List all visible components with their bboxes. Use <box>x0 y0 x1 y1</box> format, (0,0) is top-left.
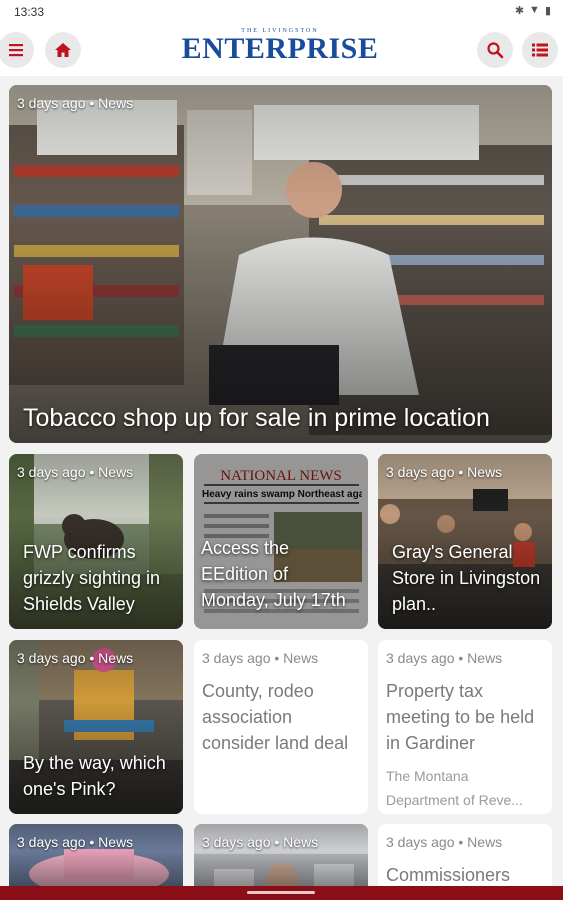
eedition-card[interactable]: NATIONAL NEWS Heavy rains swamp Northeas… <box>194 454 368 629</box>
story-meta: 3 days ago • News <box>17 95 134 111</box>
logo-title: ENTERPRISE <box>181 32 379 65</box>
featured-story-card[interactable]: 3 days ago • News Tobacco shop up for sa… <box>9 85 552 443</box>
story-headline: By the way, which one's Pink? <box>23 753 166 799</box>
story-headline: Property tax meeting to be held in Gardi… <box>386 681 535 753</box>
story-meta: 3 days ago • News <box>202 650 319 666</box>
story-card[interactable]: 3 days ago • News Property tax meeting t… <box>378 640 552 814</box>
hamburger-menu-icon <box>9 44 23 57</box>
story-meta: 3 days ago • News <box>202 834 319 850</box>
status-icons: ✱ ▼ ▮ <box>515 4 551 17</box>
story-card[interactable]: 3 days ago • News Gray's General Store i… <box>378 454 552 629</box>
story-description: The Montana Department of Reve... <box>386 768 523 808</box>
story-headline: Gray's General Store in Livingston plan.… <box>392 542 541 614</box>
status-bar: 13:33 ✱ ▼ ▮ <box>0 0 563 24</box>
story-headline: Access the EEdition of Monday, July 17th <box>201 538 346 610</box>
search-icon <box>487 42 504 59</box>
story-meta: 3 days ago • News <box>386 464 503 480</box>
story-card[interactable]: 3 days ago • News FWP confirms grizzly s… <box>9 454 183 629</box>
story-headline: County, rodeo association consider land … <box>202 681 349 753</box>
system-nav-bar <box>0 886 563 900</box>
story-card[interactable]: 3 days ago • News By the way, which one'… <box>9 640 183 814</box>
story-meta: 3 days ago • News <box>17 650 134 666</box>
story-headline: FWP confirms grizzly sighting in Shields… <box>23 542 161 614</box>
home-indicator[interactable] <box>247 891 315 894</box>
status-time: 13:33 <box>14 5 45 19</box>
list-icon <box>532 43 548 57</box>
search-button[interactable] <box>477 32 513 68</box>
app-bar: THE LIVINGSTON ENTERPRISE <box>0 24 563 76</box>
story-meta: 3 days ago • News <box>386 650 503 666</box>
story-meta: 3 days ago • News <box>386 834 503 850</box>
story-headline: Commissioners <box>386 865 511 885</box>
site-logo[interactable]: THE LIVINGSTON ENTERPRISE <box>170 28 390 64</box>
bluetooth-icon: ✱ <box>514 5 525 17</box>
wifi-icon: ▼ <box>529 4 540 16</box>
battery-icon: ▮ <box>544 5 551 17</box>
sections-button[interactable] <box>522 32 558 68</box>
home-icon <box>55 43 71 57</box>
menu-button[interactable] <box>0 32 34 68</box>
story-meta: 3 days ago • News <box>17 464 134 480</box>
home-button[interactable] <box>45 32 81 68</box>
story-card[interactable]: 3 days ago • News County, rodeo associat… <box>194 640 368 814</box>
story-headline: Tobacco shop up for sale in prime locati… <box>23 404 490 432</box>
story-meta: 3 days ago • News <box>17 834 134 850</box>
